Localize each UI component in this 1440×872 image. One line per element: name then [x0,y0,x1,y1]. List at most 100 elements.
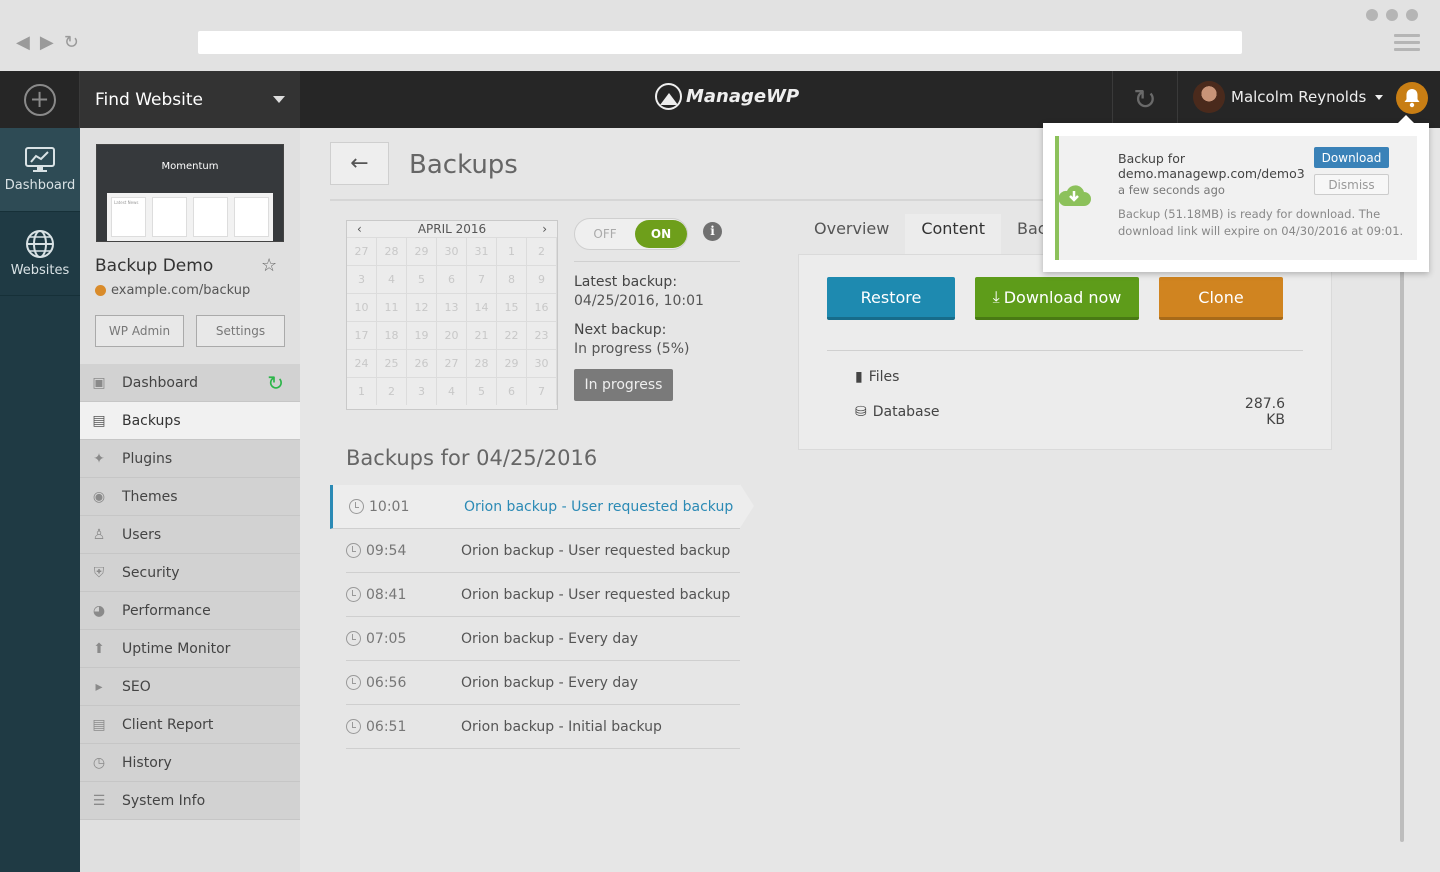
database-row[interactable]: ⛁ Database 287.6 KB [855,396,1285,428]
calendar-day[interactable]: 29 [407,237,437,265]
calendar-day[interactable]: 23 [527,321,557,349]
tab-content[interactable]: Content [905,214,1001,254]
sync-button[interactable]: ↻ [1112,71,1178,128]
site-sidebar: Momentum Latest News Backup Demo ☆ examp… [80,128,300,872]
clock-icon [346,631,361,646]
calendar-day[interactable]: 10 [347,293,377,321]
restore-button[interactable]: Restore [827,277,955,320]
menu-item-plugins[interactable]: ✦ Plugins [80,440,300,478]
calendar-day[interactable]: 5 [467,377,497,405]
calendar-day[interactable]: 4 [377,265,407,293]
calendar-day[interactable]: 1 [347,377,377,405]
site-thumbnail[interactable]: Momentum Latest News [96,144,284,242]
menu-item-themes[interactable]: ◉ Themes [80,478,300,516]
site-url[interactable]: example.com/backup [95,283,250,298]
calendar-day[interactable]: 14 [467,293,497,321]
calendar-day[interactable]: 29 [497,349,527,377]
calendar-day[interactable]: 25 [377,349,407,377]
calendar-day[interactable]: 6 [437,265,467,293]
calendar-day[interactable]: 3 [347,265,377,293]
back-button[interactable]: ← [330,142,389,185]
settings-button[interactable]: Settings [196,315,285,347]
scrollbar[interactable] [1400,270,1404,842]
menu-item-backups[interactable]: ▤ Backups [80,402,300,440]
calendar-day[interactable]: 21 [467,321,497,349]
calendar-day[interactable]: 24 [347,349,377,377]
calendar-day[interactable]: 31 [467,237,497,265]
calendar-day[interactable]: 30 [527,349,557,377]
calendar-day[interactable]: 1 [497,237,527,265]
calendar-day[interactable]: 19 [407,321,437,349]
reload-icon[interactable]: ↻ [64,32,79,53]
calendar-day[interactable]: 27 [437,349,467,377]
calendar-day[interactable]: 7 [527,377,557,405]
menu-item-uptime-monitor[interactable]: ⬆ Uptime Monitor [80,630,300,668]
find-website-dropdown[interactable]: Find Website [80,71,300,128]
calendar-day[interactable]: 7 [467,265,497,293]
calendar-day[interactable]: 26 [407,349,437,377]
backup-row[interactable]: 09:54 Orion backup - User requested backu… [346,529,740,573]
backup-row[interactable]: 06:56 Orion backup - Every day [346,661,740,705]
calendar-day[interactable]: 13 [437,293,467,321]
backup-row[interactable]: 10:01 Orion backup - User requested backu… [330,484,754,529]
wp-admin-button[interactable]: WP Admin [95,315,184,347]
backup-row[interactable]: 06:51 Orion backup - Initial backup [346,705,740,749]
notifications-button[interactable] [1396,82,1428,114]
forward-arrow-icon[interactable]: ▶ [40,32,54,53]
calendar-day[interactable]: 22 [497,321,527,349]
notification-download-button[interactable]: Download [1314,147,1389,168]
menu-item-client-report[interactable]: ▤ Client Report [80,706,300,744]
calendar-day[interactable]: 12 [407,293,437,321]
address-bar[interactable] [198,31,1242,54]
menu-item-system-info[interactable]: ☰ System Info [80,782,300,820]
calendar-day[interactable]: 18 [377,321,407,349]
calendar-day[interactable]: 3 [407,377,437,405]
in-progress-button[interactable]: In progress [574,369,673,401]
backup-row[interactable]: 07:05 Orion backup - Every day [346,617,740,661]
menu-item-seo[interactable]: ▸ SEO [80,668,300,706]
add-website-button[interactable]: + [0,71,80,128]
files-row[interactable]: ▮ Files [855,369,899,385]
star-icon[interactable]: ☆ [261,255,277,276]
calendar-day[interactable]: 30 [437,237,467,265]
nav-item-websites[interactable]: Websites [0,212,80,296]
calendar-day[interactable]: 27 [347,237,377,265]
calendar-day[interactable]: 11 [377,293,407,321]
calendar-day[interactable]: 28 [377,237,407,265]
menu-item-performance[interactable]: ◕ Performance [80,592,300,630]
next-month-icon[interactable]: › [542,222,547,236]
download-now-button[interactable]: ⤓ Download now [975,277,1139,320]
calendar-day[interactable]: 28 [467,349,497,377]
info-icon[interactable]: i [703,222,722,241]
calendar-day[interactable]: 5 [407,265,437,293]
nav-item-dashboard[interactable]: Dashboard [0,128,80,212]
menu-item-dashboard[interactable]: ▣ Dashboard ↻ [80,364,300,402]
calendar-day[interactable]: 2 [377,377,407,405]
notification-dismiss-button[interactable]: Dismiss [1314,174,1389,195]
menu-item-users[interactable]: ♙ Users [80,516,300,554]
shield-icon: ⛨ [93,564,105,581]
calendar-day[interactable]: 20 [437,321,467,349]
refresh-icon[interactable]: ↻ [267,371,284,395]
backup-row[interactable]: 08:41 Orion backup - User requested backu… [346,573,740,617]
browser-menu-icon[interactable] [1394,34,1420,55]
calendar-day[interactable]: 8 [497,265,527,293]
calendar-day[interactable]: 2 [527,237,557,265]
back-arrow-icon[interactable]: ◀ [16,32,30,53]
calendar-day[interactable]: 6 [497,377,527,405]
clone-button[interactable]: Clone [1159,277,1283,320]
tab-overview[interactable]: Overview [798,214,905,254]
calendar-day[interactable]: 4 [437,377,467,405]
calendar-day[interactable]: 15 [497,293,527,321]
calendar-day[interactable]: 17 [347,321,377,349]
top-bar: + Find Website ManageWP ↻ Malcolm Reynol… [0,71,1440,128]
calendar-day[interactable]: 9 [527,265,557,293]
prev-month-icon[interactable]: ‹ [357,222,362,236]
user-menu[interactable]: Malcolm Reynolds [1193,81,1384,113]
calendar-day[interactable]: 16 [527,293,557,321]
backup-icon: ▤ [92,412,106,429]
menu-item-history[interactable]: ◷ History [80,744,300,782]
menu-item-security[interactable]: ⛨ Security [80,554,300,592]
calendar-header: ‹ APRIL 2016 › [347,221,557,237]
schedule-toggle[interactable]: OFF ON [574,218,688,250]
